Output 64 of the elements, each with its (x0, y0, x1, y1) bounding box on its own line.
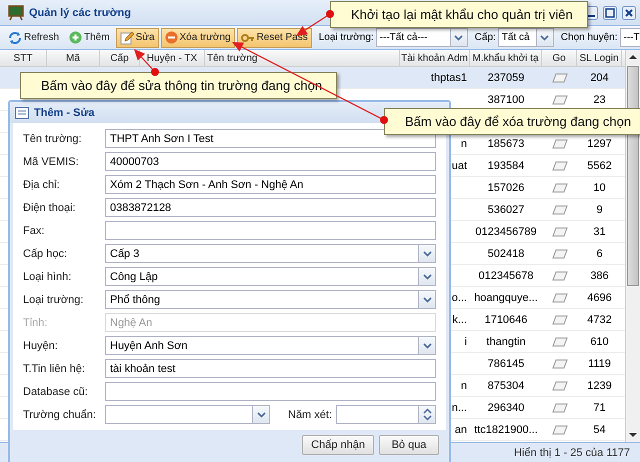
window-title: Quản lý các trường (29, 6, 131, 18)
table-cell-text: 157026 (486, 180, 526, 196)
table-cell-text: 0123456789 (474, 224, 538, 240)
field-label: Tỉnh: (23, 316, 48, 328)
field-label: Tên trường: (23, 132, 83, 144)
filter-label: Loại trường: (318, 32, 374, 43)
field-label: Fax: (23, 224, 46, 236)
table-cell-text: 4732 (586, 312, 613, 328)
table-cell-text: 23 (592, 92, 607, 108)
field-label: Huyện: (23, 340, 59, 352)
field-label: Địa chỉ: (23, 178, 61, 190)
table-cell-text: thangtin (485, 334, 527, 350)
table-cell: an (454, 424, 467, 436)
table-cell-text: 296340 (486, 400, 526, 416)
field-label: Loại hình: (23, 270, 72, 282)
filter-label: Cấp: (474, 32, 496, 43)
table-cell-text: 185673 (486, 136, 526, 152)
table-cell-text: 1119 (587, 356, 612, 372)
table-cell-text: 536027 (486, 202, 526, 218)
table-cell-text: 9 (595, 202, 604, 218)
field-label: Điện thoại: (23, 202, 77, 214)
table-cell-text: hoangquye... (473, 290, 539, 306)
table-cell-text: 10 (592, 180, 607, 196)
table-cell: k... (452, 314, 467, 326)
table-cell-text: 786145 (486, 356, 526, 372)
filter-label: Chọn huyện: (560, 32, 618, 43)
table-cell-text: 502418 (486, 246, 526, 262)
field-label: Database cũ: (23, 386, 89, 398)
table-cell-text: 1239 (586, 378, 613, 394)
table-cell: uat (452, 160, 467, 172)
table-cell: i (464, 336, 467, 348)
field-label: Loại trường: (23, 294, 84, 306)
table-cell-text: 1297 (586, 136, 613, 152)
paging-info: Hiển thị 1 - 25 của 1177 (514, 446, 630, 458)
table-cell-text: 387100 (486, 92, 526, 108)
table-cell-text: 875304 (486, 378, 526, 394)
hint-tooltip: Khởi tạo lại mật khẩu cho quản trị viên (330, 1, 588, 28)
table-cell-text: 237059 (486, 70, 526, 86)
table-cell-text: 1710646 (484, 312, 528, 328)
hint-tooltip: Bấm vào đây để xóa trường đang chọn (384, 108, 640, 135)
table-cell-text: 54 (592, 422, 607, 438)
table-cell: n (460, 380, 467, 392)
table-cell: thptas1 (430, 72, 467, 84)
table-cell-text: 71 (592, 400, 607, 416)
table-cell-text: 5562 (586, 158, 613, 174)
field-label: Cấp học: (23, 248, 68, 260)
table-cell: o... (452, 292, 467, 304)
table-cell-text: 4696 (586, 290, 613, 306)
field-label: Mã VEMIS: (23, 156, 80, 168)
table-cell-text: 6 (595, 246, 604, 262)
field-label: T.Tin liên hệ: (23, 362, 86, 374)
dialog-title: Thêm - Sửa (34, 106, 95, 118)
table-cell-text: ttc1821900... (473, 422, 539, 438)
table-cell-text: 012345678 (477, 268, 535, 284)
hint-tooltip: Bấm vào đây để sửa thông tin trường đang chọn (20, 72, 338, 99)
table-cell-text: 386 (589, 268, 610, 284)
table-cell-text: 31 (592, 224, 607, 240)
table-cell-text: 610 (589, 334, 610, 350)
table-cell-text: 204 (589, 70, 610, 86)
table-cell: n (460, 138, 467, 150)
field-label: Trường chuẩn: (23, 408, 97, 420)
table-cell: n... (452, 402, 467, 414)
table-cell-text: 193584 (486, 158, 526, 174)
field-label: Năm xét: (288, 408, 332, 420)
